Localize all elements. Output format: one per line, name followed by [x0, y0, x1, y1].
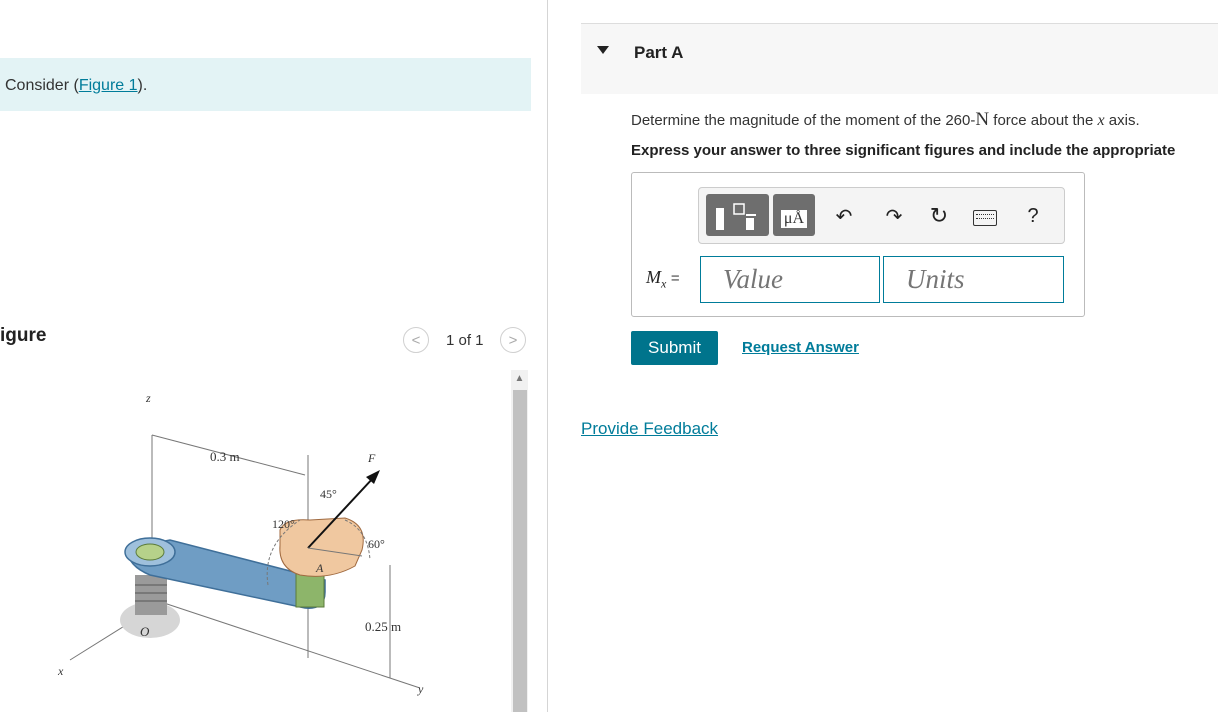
templates-button[interactable] [706, 194, 769, 236]
angle-45-label: 45° [320, 487, 337, 501]
value-input[interactable] [700, 256, 880, 303]
next-figure-button[interactable]: > [500, 327, 526, 353]
dim-025-label: 0.25 m [365, 619, 401, 634]
question-text: Determine the magnitude of the moment of… [631, 109, 1140, 130]
figure-heading: igure [0, 325, 47, 346]
request-answer-link[interactable]: Request Answer [742, 339, 859, 356]
prev-figure-button[interactable]: < [403, 327, 429, 353]
collapse-caret-icon[interactable] [597, 46, 609, 54]
dim-03-label: 0.3 m [210, 449, 240, 464]
answer-variable-label: Mx = [646, 267, 680, 291]
figure-link[interactable]: Figure 1 [79, 77, 138, 94]
angle-120-label: 120° [272, 517, 295, 531]
reset-icon[interactable]: ↻ [927, 203, 951, 228]
units-input[interactable] [883, 256, 1064, 303]
part-title: Part A [634, 43, 684, 62]
z-axis-label: z [145, 391, 151, 405]
instruction-text: Express your answer to three significant… [631, 142, 1176, 159]
redo-icon[interactable]: ↷ [882, 204, 906, 228]
undo-icon[interactable]: ↶ [832, 204, 856, 228]
template-icon [716, 203, 756, 230]
submit-button[interactable]: Submit [631, 331, 718, 365]
point-a-label: A [315, 561, 324, 575]
force-label: F [367, 451, 376, 465]
units-button[interactable]: μÅ [773, 194, 815, 236]
keyboard-icon[interactable] [973, 210, 997, 226]
point-o-label: O [140, 624, 150, 639]
figure-scroll-thumb[interactable] [513, 390, 527, 712]
y-axis-label: y [417, 682, 424, 696]
help-icon[interactable]: ? [1022, 203, 1044, 229]
angle-60-label: 60° [368, 537, 385, 551]
provide-feedback-link[interactable]: Provide Feedback [581, 419, 718, 439]
pane-divider [547, 0, 548, 712]
x-axis-label: x [57, 664, 64, 678]
consider-text: Consider (Figure 1). [5, 77, 148, 94]
figure-page-count: 1 of 1 [446, 332, 484, 349]
scroll-up-icon[interactable]: ▲ [511, 370, 528, 387]
figure-image: z x y O A F 0.3 m 0.25 m 45° 120° 60° [57, 391, 424, 696]
